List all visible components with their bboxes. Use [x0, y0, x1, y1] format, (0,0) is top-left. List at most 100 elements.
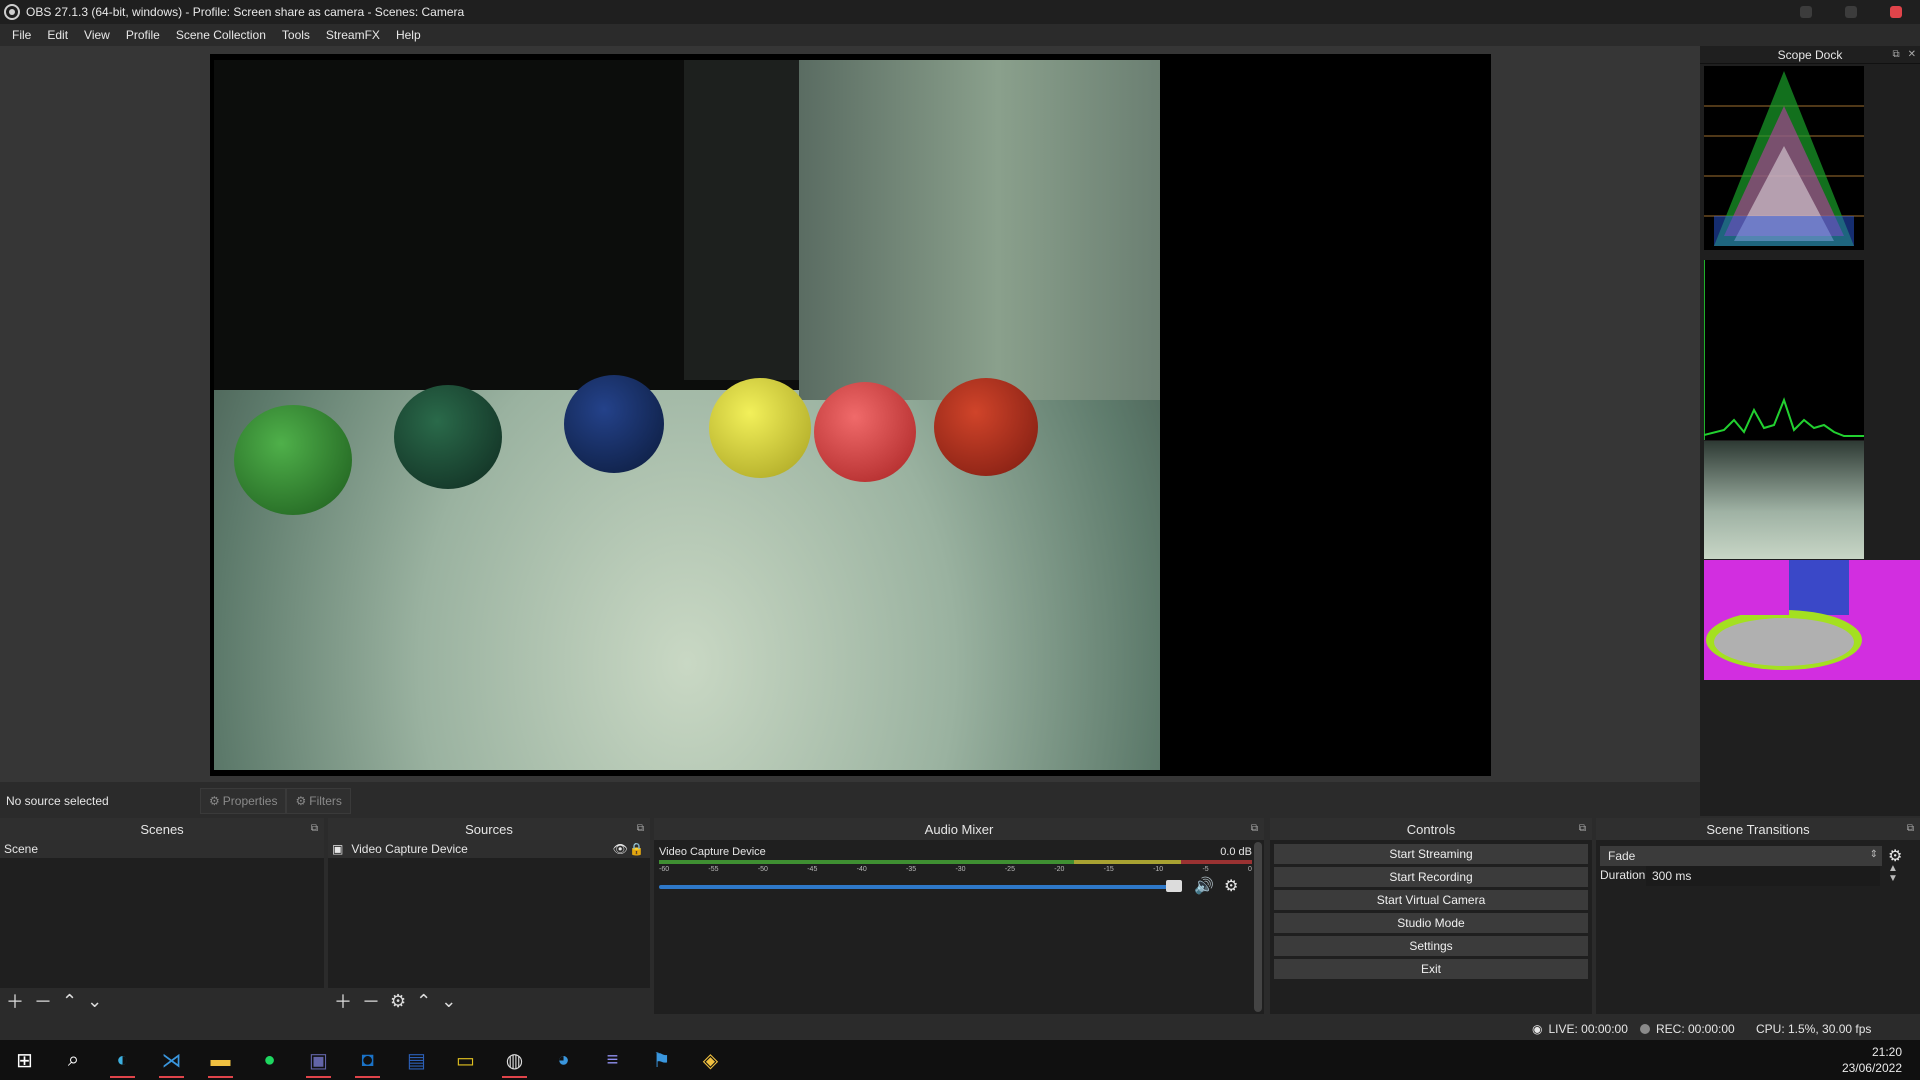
preview-area[interactable] — [0, 46, 1700, 782]
meter-tick-label: -15 — [1103, 866, 1114, 873]
controls-body: Start Streaming Start Recording Start Vi… — [1270, 840, 1592, 1014]
live-status: ◉ LIVE: 00:00:00 — [1532, 1022, 1628, 1036]
search-icon[interactable]: ⌕ — [49, 1040, 98, 1080]
float-icon[interactable]: ⧉ — [1892, 49, 1899, 60]
menu-streamfx[interactable]: StreamFX — [318, 28, 388, 42]
terminal-icon[interactable]: ≡ — [588, 1040, 637, 1080]
preview-canvas[interactable] — [210, 54, 1491, 776]
menu-file[interactable]: File — [4, 28, 39, 42]
duration-stepper[interactable]: ▲ ▼ — [1888, 864, 1898, 884]
scope-dock: Scope Dock ⧉ ✕ — [1700, 46, 1920, 816]
meter-tick-label: -40 — [856, 866, 867, 873]
system-clock[interactable]: 21:20 23/06/2022 — [1842, 1044, 1902, 1076]
scene-item-label: Scene — [4, 842, 39, 856]
move-down-icon[interactable]: ⌄ — [87, 991, 102, 1012]
word-icon[interactable]: ▤ — [392, 1040, 441, 1080]
status-bar: ◉ LIVE: 00:00:00 REC: 00:00:00 CPU: 1.5%… — [0, 1016, 1920, 1040]
close-button[interactable] — [1890, 6, 1902, 18]
scenes-title: Scenes — [140, 821, 184, 837]
scope-dock-title-label: Scope Dock — [1777, 47, 1843, 62]
duration-label: Duration — [1600, 868, 1646, 882]
meter-tick-label: -30 — [955, 866, 966, 873]
edge-dev-icon[interactable]: ◐ — [98, 1040, 147, 1080]
scrollbar[interactable] — [1254, 842, 1262, 1012]
source-item[interactable]: ▣ Video Capture Device 👁 🔒 — [328, 840, 650, 858]
rec-time: REC: 00:00:00 — [1656, 1022, 1735, 1036]
move-up-icon[interactable]: ⌃ — [416, 991, 431, 1012]
float-icon[interactable]: ⧉ — [1907, 823, 1914, 834]
studio-mode-button[interactable]: Studio Mode — [1274, 913, 1588, 933]
transition-select[interactable]: Fade ⇕ — [1600, 846, 1882, 866]
maximize-button[interactable] — [1845, 6, 1857, 18]
file-explorer-icon[interactable]: ▬ — [196, 1040, 245, 1080]
network-icon[interactable]: ⚑ — [637, 1040, 686, 1080]
outlook-icon[interactable]: ◘ — [343, 1040, 392, 1080]
globe-icon[interactable]: ◕ — [539, 1040, 588, 1080]
filters-label: Filters — [309, 794, 342, 808]
float-icon[interactable]: ⧉ — [637, 823, 644, 834]
menu-scene-collection[interactable]: Scene Collection — [168, 28, 274, 42]
waveform-scope — [1704, 66, 1864, 250]
minimize-button[interactable] — [1800, 6, 1812, 18]
volume-fader-track[interactable] — [659, 885, 1179, 889]
move-down-icon[interactable]: ⌄ — [441, 991, 456, 1012]
controls-dock: Controls ⧉ Start Streaming Start Recordi… — [1270, 818, 1592, 1014]
meter-tick-label: -25 — [1004, 866, 1015, 873]
duration-value: 300 ms — [1652, 869, 1692, 883]
clock-date: 23/06/2022 — [1841, 1061, 1902, 1075]
gear-icon[interactable]: ⚙ — [1224, 876, 1238, 896]
float-icon[interactable]: ⧉ — [311, 823, 318, 834]
audio-level-readout: 0.0 dB — [1220, 846, 1252, 858]
add-icon[interactable]: ＋ — [334, 988, 352, 1014]
start-recording-button[interactable]: Start Recording — [1274, 867, 1588, 887]
source-toolbar: No source selected ⚙ Properties ⚙ Filter… — [0, 786, 1700, 816]
properties-button[interactable]: ⚙ Properties — [200, 788, 287, 814]
settings-button[interactable]: Settings — [1274, 936, 1588, 956]
meter-scale: -60 -55 -50 -45 -40 -35 -30 -25 -20 -15 -10 -5 0 — [659, 866, 1252, 876]
exit-button[interactable]: Exit — [1274, 959, 1588, 979]
windows-start-icon[interactable]: ⊞ — [0, 1040, 49, 1080]
menu-profile[interactable]: Profile — [118, 28, 168, 42]
move-up-icon[interactable]: ⌃ — [62, 991, 77, 1012]
spotify-icon[interactable]: ● — [245, 1040, 294, 1080]
python-icon[interactable]: ◈ — [686, 1040, 735, 1080]
filezilla-icon[interactable]: ▭ — [441, 1040, 490, 1080]
scenes-toolbar: ＋ － ⌃ ⌄ — [0, 988, 324, 1014]
vscode-icon[interactable]: ⋊ — [147, 1040, 196, 1080]
float-icon[interactable]: ⧉ — [1251, 823, 1258, 834]
controls-header: Controls ⧉ — [1270, 818, 1592, 840]
gear-icon[interactable]: ⚙ — [390, 991, 406, 1012]
remove-icon[interactable]: － — [362, 988, 380, 1014]
sources-dock: Sources ⧉ ▣ Video Capture Device 👁 🔒 ＋ －… — [328, 818, 650, 1014]
meter-tick-label: 0 — [1247, 866, 1252, 873]
obs-icon[interactable]: ◍ — [490, 1040, 539, 1080]
zebra-preview — [1704, 441, 1864, 559]
start-virtual-camera-button[interactable]: Start Virtual Camera — [1274, 890, 1588, 910]
sources-header: Sources ⧉ — [328, 818, 650, 840]
meter-tick-label: -60 — [659, 866, 670, 873]
volume-fader-handle[interactable] — [1165, 880, 1182, 892]
menu-help[interactable]: Help — [388, 28, 429, 42]
title-bar: OBS 27.1.3 (64-bit, windows) - Profile: … — [0, 0, 1920, 24]
eye-icon[interactable]: 👁 — [613, 842, 628, 856]
scenes-header: Scenes ⧉ — [0, 818, 324, 840]
float-icon[interactable]: ⧉ — [1579, 823, 1586, 834]
add-icon[interactable]: ＋ — [6, 988, 24, 1014]
remove-icon[interactable]: － — [34, 988, 52, 1014]
speaker-icon[interactable]: 🔊 — [1194, 876, 1214, 896]
menu-tools[interactable]: Tools — [274, 28, 318, 42]
scene-item[interactable]: Scene — [0, 840, 324, 858]
start-streaming-button[interactable]: Start Streaming — [1274, 844, 1588, 864]
menu-view[interactable]: View — [76, 28, 118, 42]
close-icon[interactable]: ✕ — [1908, 49, 1916, 60]
teams-icon[interactable]: ▣ — [294, 1040, 343, 1080]
volume-meter — [659, 860, 1252, 864]
filters-button[interactable]: ⚙ Filters — [286, 788, 351, 814]
scenes-list: Scene ＋ － ⌃ ⌄ — [0, 840, 324, 1014]
lock-icon[interactable]: 🔒 — [629, 842, 644, 856]
scope-dock-title: Scope Dock ⧉ ✕ — [1700, 46, 1920, 64]
histogram-scope — [1704, 260, 1864, 440]
audio-channel-name: Video Capture Device — [659, 846, 766, 858]
duration-input[interactable]: 300 ms — [1646, 866, 1880, 886]
menu-edit[interactable]: Edit — [39, 28, 76, 42]
